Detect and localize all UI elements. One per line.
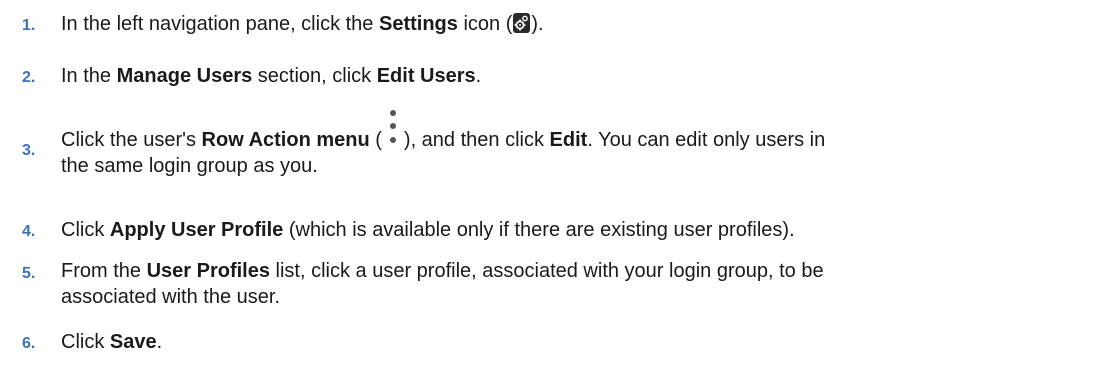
- step-number: 3.: [22, 142, 36, 159]
- edit-users-label: Edit Users: [376, 65, 476, 87]
- row-action-menu-label: Row Action menu: [201, 129, 370, 151]
- gear-icon: [513, 13, 531, 33]
- step-number: 4.: [22, 223, 36, 240]
- apply-user-profile-label: Apply User Profile: [109, 219, 284, 241]
- step-number: 1.: [22, 17, 36, 34]
- step-number: 2.: [22, 69, 36, 86]
- step-text: Click Apply User Profile (which is avail…: [61, 219, 795, 241]
- step-text: In the left navigation pane, click the S…: [61, 13, 544, 35]
- save-label: Save: [109, 331, 157, 353]
- settings-label: Settings: [378, 13, 458, 35]
- manage-users-label: Manage Users: [116, 65, 253, 87]
- step-number: 5.: [22, 265, 36, 282]
- step-text: Click Save.: [61, 331, 163, 353]
- edit-label: Edit: [549, 129, 588, 151]
- step-number: 6.: [22, 335, 36, 352]
- kebab-icon: [384, 104, 402, 152]
- step-text: Click the user's Row Action menu (), and…: [61, 104, 1081, 179]
- step-text: In the Manage Users section, click Edit …: [61, 65, 482, 87]
- user-profiles-label: User Profiles: [146, 260, 270, 282]
- step-text: From the User Profiles list, click a use…: [61, 260, 824, 308]
